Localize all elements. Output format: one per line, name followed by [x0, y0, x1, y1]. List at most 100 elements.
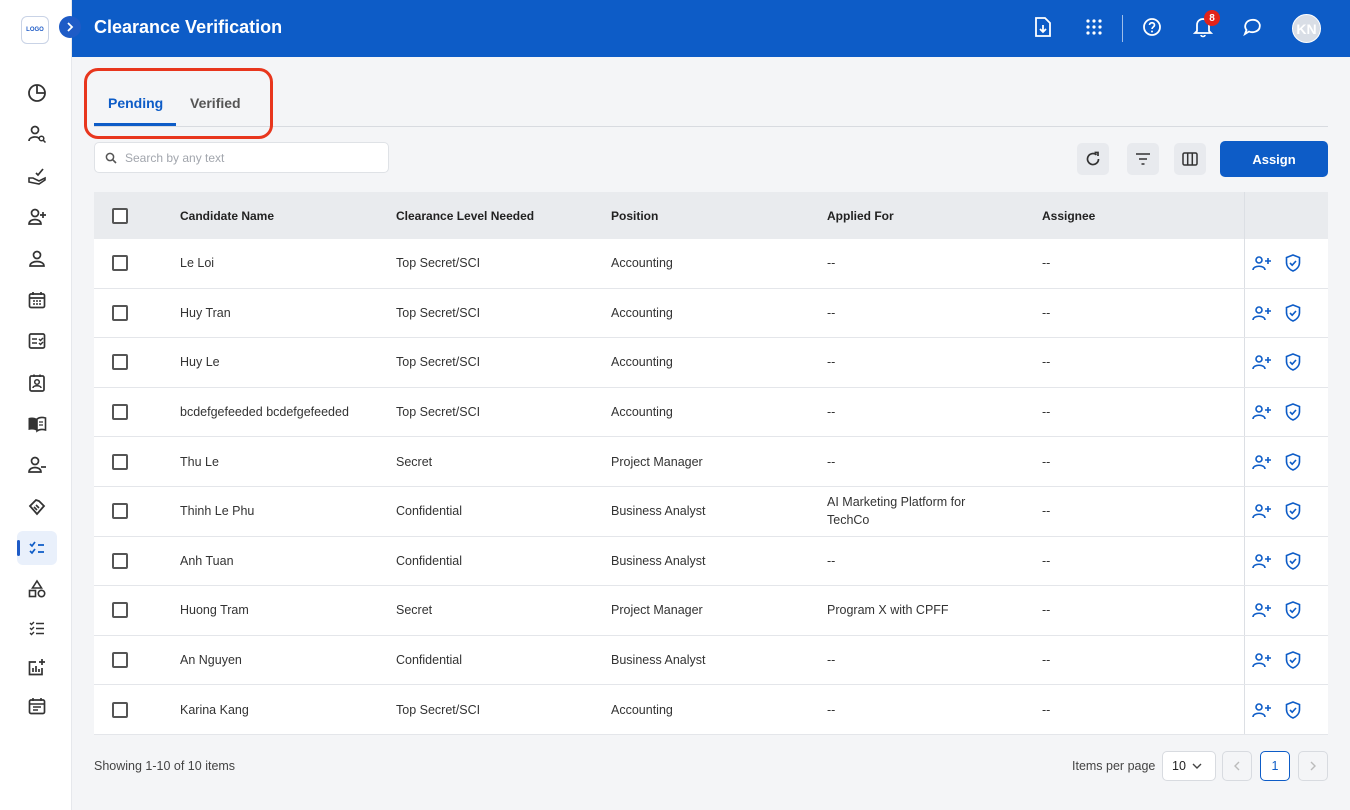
table-row[interactable]: Huy Tran Top Secret/SCI Accounting -- --: [94, 288, 1328, 339]
nav-event-note[interactable]: [17, 689, 57, 723]
nav-handshake[interactable]: [17, 490, 57, 524]
assign-user-icon[interactable]: [1252, 652, 1272, 668]
row-checkbox[interactable]: [112, 304, 128, 321]
filter-icon: [1136, 153, 1150, 165]
user-plus-icon: [28, 208, 46, 225]
row-checkbox[interactable]: [112, 354, 128, 371]
nav-pie-chart[interactable]: [17, 76, 57, 110]
assign-user-icon[interactable]: [1252, 454, 1272, 470]
verify-shield-icon[interactable]: [1285, 601, 1301, 620]
nav-badge-id[interactable]: [17, 366, 57, 400]
candidate-name: Anh Tuan: [180, 553, 234, 568]
table-row[interactable]: Huy Le Top Secret/SCI Accounting -- --: [94, 338, 1328, 388]
clearance-level: Top Secret/SCI: [396, 355, 481, 370]
sidebar-expand-button[interactable]: [59, 16, 81, 38]
nav-user-search[interactable]: [17, 117, 57, 151]
nav-checklist-card[interactable]: [17, 324, 57, 358]
help-button[interactable]: [1140, 15, 1164, 39]
col-candidate-name[interactable]: Candidate Name: [180, 209, 274, 223]
row-checkbox[interactable]: [112, 503, 128, 520]
table-row[interactable]: Thu Le Secret Project Manager -- --: [94, 437, 1328, 487]
table-row[interactable]: An Nguyen Confidential Business Analyst -- -…: [94, 635, 1328, 686]
col-position[interactable]: Position: [611, 209, 658, 223]
nav-ordered-list[interactable]: [17, 611, 57, 645]
assign-user-icon[interactable]: [1252, 553, 1272, 569]
assign-user-icon[interactable]: [1252, 255, 1272, 271]
row-actions: [1244, 387, 1328, 437]
row-checkbox[interactable]: [112, 701, 128, 718]
nav-user-remove[interactable]: [17, 448, 57, 482]
position: Project Manager: [611, 454, 703, 469]
verify-shield-icon[interactable]: [1285, 304, 1301, 322]
nav-user-add[interactable]: [17, 200, 57, 234]
search-box[interactable]: [94, 142, 389, 173]
row-actions: [1244, 635, 1328, 685]
col-clearance-level[interactable]: Clearance Level Needed: [396, 209, 534, 223]
assignee: --: [1042, 355, 1051, 370]
col-applied-for[interactable]: Applied For: [827, 207, 997, 225]
select-all-checkbox[interactable]: [112, 207, 128, 224]
download-button[interactable]: [1031, 15, 1055, 39]
app-logo: LOGO: [21, 16, 49, 44]
row-checkbox[interactable]: [112, 652, 128, 669]
table-row[interactable]: Thinh Le Phu Confidential Business Analyst…: [94, 486, 1328, 537]
chat-button[interactable]: [1241, 15, 1265, 39]
report-add-icon: [28, 659, 45, 676]
verify-shield-icon[interactable]: [1285, 552, 1301, 570]
row-checkbox[interactable]: [112, 552, 128, 569]
row-actions: [1244, 486, 1328, 536]
user-search-icon: [28, 125, 47, 144]
table-row[interactable]: Huong Tram Secret Project Manager Program X…: [94, 586, 1328, 636]
applied-for: --: [827, 653, 836, 668]
position: Accounting: [611, 355, 673, 370]
nav-shapes[interactable]: [17, 572, 57, 606]
verify-shield-icon[interactable]: [1285, 502, 1301, 521]
assign-user-icon[interactable]: [1252, 602, 1272, 618]
candidate-name: bcdefgefeeded bcdefgefeeded: [180, 405, 349, 420]
verify-shield-icon[interactable]: [1285, 651, 1301, 669]
nav-task-list[interactable]: [17, 531, 57, 565]
applied-for: --: [827, 256, 836, 271]
assign-button[interactable]: Assign: [1220, 141, 1328, 177]
search-input[interactable]: [125, 150, 365, 165]
apps-button[interactable]: [1082, 15, 1106, 39]
candidate-name: An Nguyen: [180, 653, 242, 668]
nav-book[interactable]: [17, 407, 57, 441]
verify-shield-icon[interactable]: [1285, 403, 1301, 421]
columns-button[interactable]: [1174, 143, 1206, 175]
ordered-list-icon: [29, 621, 44, 636]
table-row[interactable]: Karina Kang Top Secret/SCI Accounting -- --: [94, 685, 1328, 735]
nav-report-add[interactable]: [17, 650, 57, 684]
assign-user-icon[interactable]: [1252, 354, 1272, 370]
header-divider: [1122, 15, 1123, 42]
next-page-button[interactable]: [1298, 751, 1328, 781]
verify-shield-icon[interactable]: [1285, 254, 1301, 273]
col-assignee[interactable]: Assignee: [1042, 209, 1095, 223]
row-actions: [1244, 239, 1328, 288]
verify-shield-icon[interactable]: [1285, 452, 1301, 471]
user-avatar[interactable]: KN: [1292, 14, 1321, 43]
row-checkbox[interactable]: [112, 255, 128, 272]
row-checkbox[interactable]: [112, 404, 128, 421]
nav-hand-check[interactable]: [17, 159, 57, 193]
page-1-button[interactable]: 1: [1260, 751, 1290, 781]
verify-shield-icon[interactable]: [1285, 700, 1301, 719]
filter-button[interactable]: [1127, 143, 1159, 175]
nav-calendar[interactable]: [17, 283, 57, 317]
items-per-page-select[interactable]: 10: [1162, 751, 1216, 781]
prev-page-button[interactable]: [1222, 751, 1252, 781]
assign-user-icon[interactable]: [1252, 305, 1272, 321]
table-row[interactable]: bcdefgefeeded bcdefgefeeded Top Secret/SC…: [94, 387, 1328, 438]
table-row[interactable]: Anh Tuan Confidential Business Analyst -- --: [94, 536, 1328, 587]
table-row[interactable]: Le Loi Top Secret/SCI Accounting -- --: [94, 239, 1328, 289]
nav-user[interactable]: [17, 242, 57, 276]
assign-user-icon[interactable]: [1252, 503, 1272, 519]
row-checkbox[interactable]: [112, 602, 128, 619]
row-checkbox[interactable]: [112, 453, 128, 470]
assign-user-icon[interactable]: [1252, 702, 1272, 718]
assign-user-icon[interactable]: [1252, 404, 1272, 420]
applied-for: --: [827, 355, 836, 370]
chevron-left-icon: [1234, 761, 1240, 771]
refresh-button[interactable]: [1077, 143, 1109, 175]
verify-shield-icon[interactable]: [1285, 353, 1301, 372]
